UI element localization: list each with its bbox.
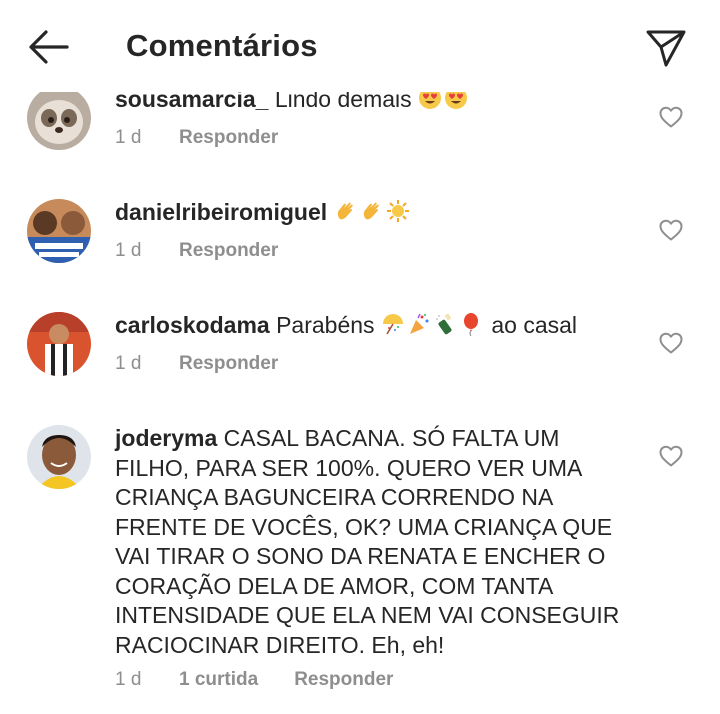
comment-message: Parabéns (269, 312, 381, 338)
arrow-left-icon (29, 30, 69, 64)
comment-username[interactable]: joderyma (115, 425, 217, 451)
comment-message-end: ao casal (484, 312, 578, 338)
party-popper-emoji (407, 312, 433, 338)
like-heart-icon[interactable] (658, 444, 684, 468)
comment-meta: 1 d Responder (115, 353, 278, 375)
comment-time: 1 d (115, 669, 142, 690)
page-title: Comentários (126, 28, 318, 63)
avatar[interactable] (27, 199, 91, 263)
comments-list: sousamarcia_ Lindo demais 1 d Responder d… (0, 0, 720, 714)
like-heart-icon[interactable] (658, 331, 684, 355)
avatar[interactable] (27, 312, 91, 376)
balloon-emoji (459, 312, 485, 338)
comment-message: CASAL BACANA. SÓ FALTA UM FILHO, PARA SE… (115, 425, 620, 658)
comment-time: 1 d (115, 127, 142, 148)
like-heart-icon[interactable] (658, 218, 684, 242)
clapping-hands-emoji (360, 199, 386, 225)
avatar[interactable] (27, 425, 91, 489)
reply-button[interactable]: Responder (294, 669, 393, 691)
comment-meta: 1 d 1 curtida Responder (115, 669, 393, 691)
top-bar: Comentários (0, 0, 720, 92)
like-heart-icon[interactable] (658, 105, 684, 129)
reply-button[interactable]: Responder (179, 127, 278, 149)
comment-time: 1 d (115, 353, 142, 374)
comment-text: carloskodama Parabéns ao casal (115, 311, 620, 341)
reply-button[interactable]: Responder (179, 240, 278, 262)
comment-text: joderyma CASAL BACANA. SÓ FALTA UM FILHO… (115, 424, 620, 660)
back-button[interactable] (26, 26, 72, 68)
comment-meta: 1 d Responder (115, 240, 278, 262)
comment-time: 1 d (115, 240, 142, 261)
champagne-emoji (433, 312, 459, 338)
reply-button[interactable]: Responder (179, 353, 278, 375)
share-button[interactable] (644, 27, 688, 69)
confetti-ball-emoji (381, 312, 407, 338)
comment-username[interactable]: danielribeiromiguel (115, 199, 327, 225)
paper-plane-icon (646, 30, 686, 67)
avatar[interactable] (27, 86, 91, 150)
comment-meta: 1 d Responder (115, 127, 278, 149)
comment-username[interactable]: carloskodama (115, 312, 270, 338)
clapping-hands-emoji (334, 199, 360, 225)
like-count[interactable]: 1 curtida (179, 669, 258, 691)
sun-emoji (386, 199, 412, 225)
comment-text: danielribeiromiguel (115, 198, 620, 228)
